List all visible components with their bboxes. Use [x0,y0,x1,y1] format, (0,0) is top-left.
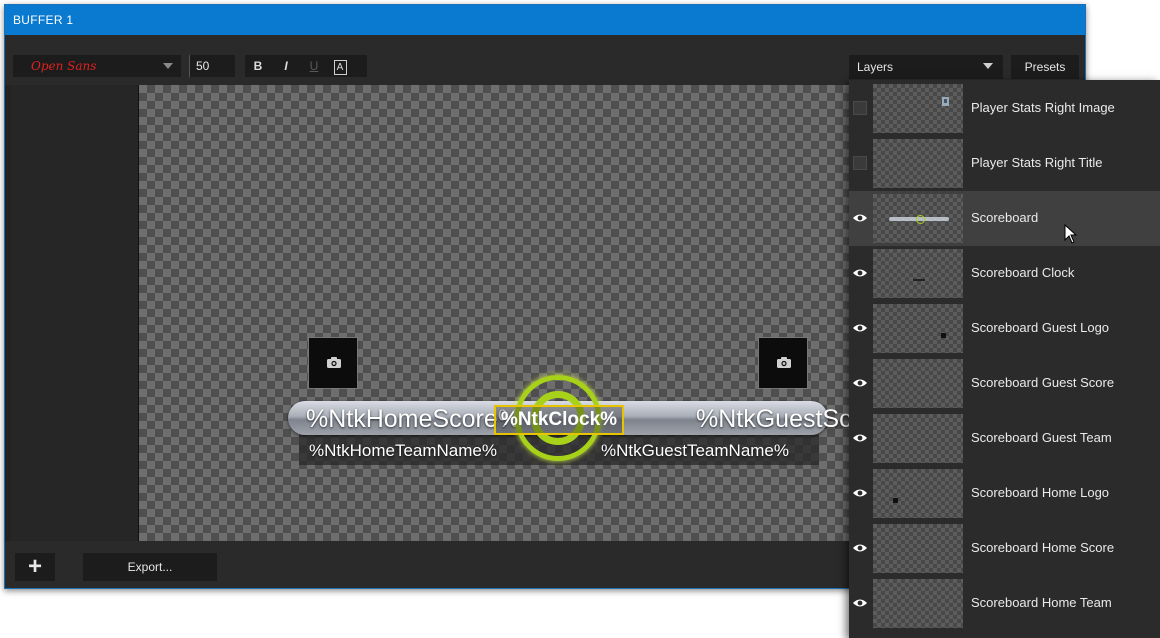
underline-button[interactable]: U [303,55,325,77]
visibility-toggle[interactable] [853,431,867,445]
layer-label: Scoreboard Clock [971,265,1075,280]
camera-icon [777,357,791,368]
visibility-toggle[interactable] [853,211,867,225]
eye-icon [853,379,867,387]
visibility-toggle[interactable] [853,321,867,335]
home-logo-placeholder[interactable] [308,337,358,389]
layer-thumbnail [873,304,963,353]
camera-icon [327,357,341,368]
layer-label: Scoreboard Guest Team [971,430,1112,445]
layer-thumbnail [873,194,963,243]
guest-logo-placeholder[interactable] [758,337,808,389]
chevron-down-icon [163,63,173,69]
outline-button[interactable]: A [329,55,351,77]
left-panel [11,85,139,541]
layer-thumbnail [873,249,963,298]
layer-thumbnail [873,139,963,188]
font-size-input[interactable]: 50 [189,55,235,77]
home-team-text[interactable]: %NtkHomeTeamName% [309,441,497,461]
eye-icon [853,324,867,332]
guest-team-text[interactable]: %NtkGuestTeamName% [601,441,789,461]
layer-row[interactable]: Scoreboard Home Team [849,576,1160,631]
layer-row[interactable]: Scoreboard Guest Team [849,411,1160,466]
font-family-value: Open Sans [31,59,97,73]
layer-row[interactable]: Scoreboard Guest Logo [849,301,1160,356]
layer-label: Scoreboard Home Score [971,540,1115,555]
layers-dropdown-panel: Player Stats Right Image Player Stats Ri… [849,80,1160,638]
eye-icon [853,269,867,277]
visibility-toggle[interactable] [853,596,867,610]
layer-label: Player Stats Right Title [971,155,1103,170]
eye-icon [853,599,867,607]
clock-text-selection[interactable]: %NtkClock% [494,405,624,435]
bold-button[interactable]: B [247,55,269,77]
layer-thumbnail [873,359,963,408]
layer-row[interactable]: Scoreboard Home Logo [849,466,1160,521]
layer-thumbnail [873,579,963,628]
visibility-toggle[interactable] [853,376,867,390]
toolbar: Open Sans 50 B I U A Layers Presets [5,35,1085,85]
chevron-down-icon [983,63,993,69]
visibility-toggle[interactable] [853,486,867,500]
layer-label: Scoreboard [971,210,1039,225]
layer-label: Scoreboard Home Team [971,595,1112,610]
outline-icon: A [333,60,347,75]
layer-row[interactable]: Scoreboard Guest Score [849,356,1160,411]
layer-label: Player Stats Right Image [971,100,1115,115]
layer-row[interactable]: Scoreboard [849,191,1160,246]
eye-icon [853,434,867,442]
editor-canvas[interactable]: %NtkHomeScore% %NtkGuestScore% %NtkClock… [139,85,849,541]
eye-icon [853,489,867,497]
visibility-toggle[interactable] [853,541,867,555]
layer-label: Scoreboard Guest Logo [971,320,1110,335]
add-button[interactable]: + [15,553,55,581]
guest-score-text[interactable]: %NtkGuestScore% [696,405,849,434]
layer-thumbnail [873,469,963,518]
mouse-cursor-icon [1064,224,1078,244]
layer-thumbnail [873,414,963,463]
layer-thumbnail [873,524,963,573]
window-title: BUFFER 1 [5,5,1085,35]
layer-row[interactable]: Scoreboard Clock [849,246,1160,301]
visibility-checkbox[interactable] [853,156,867,170]
presets-button[interactable]: Presets [1011,55,1079,79]
image-icon [942,97,949,106]
italic-button[interactable]: I [275,55,297,77]
export-button[interactable]: Export... [83,553,217,581]
layer-row[interactable]: Player Stats Right Image [849,81,1160,136]
eye-icon [853,544,867,552]
visibility-toggle[interactable] [853,266,867,280]
eye-icon [853,214,867,222]
visibility-checkbox[interactable] [853,101,867,115]
layer-label: Scoreboard Home Logo [971,485,1110,500]
layers-select-value: Layers [857,60,894,74]
layer-thumbnail [873,84,963,133]
layer-row[interactable]: Player Stats Right Title [849,136,1160,191]
layer-row[interactable]: Scoreboard Home Score [849,521,1160,576]
home-score-text[interactable]: %NtkHomeScore% [306,405,520,434]
layers-select[interactable]: Layers [849,55,1003,79]
text-format-group: B I U A [245,55,367,77]
font-family-select[interactable]: Open Sans [13,55,181,77]
layer-label: Scoreboard Guest Score [971,375,1115,390]
